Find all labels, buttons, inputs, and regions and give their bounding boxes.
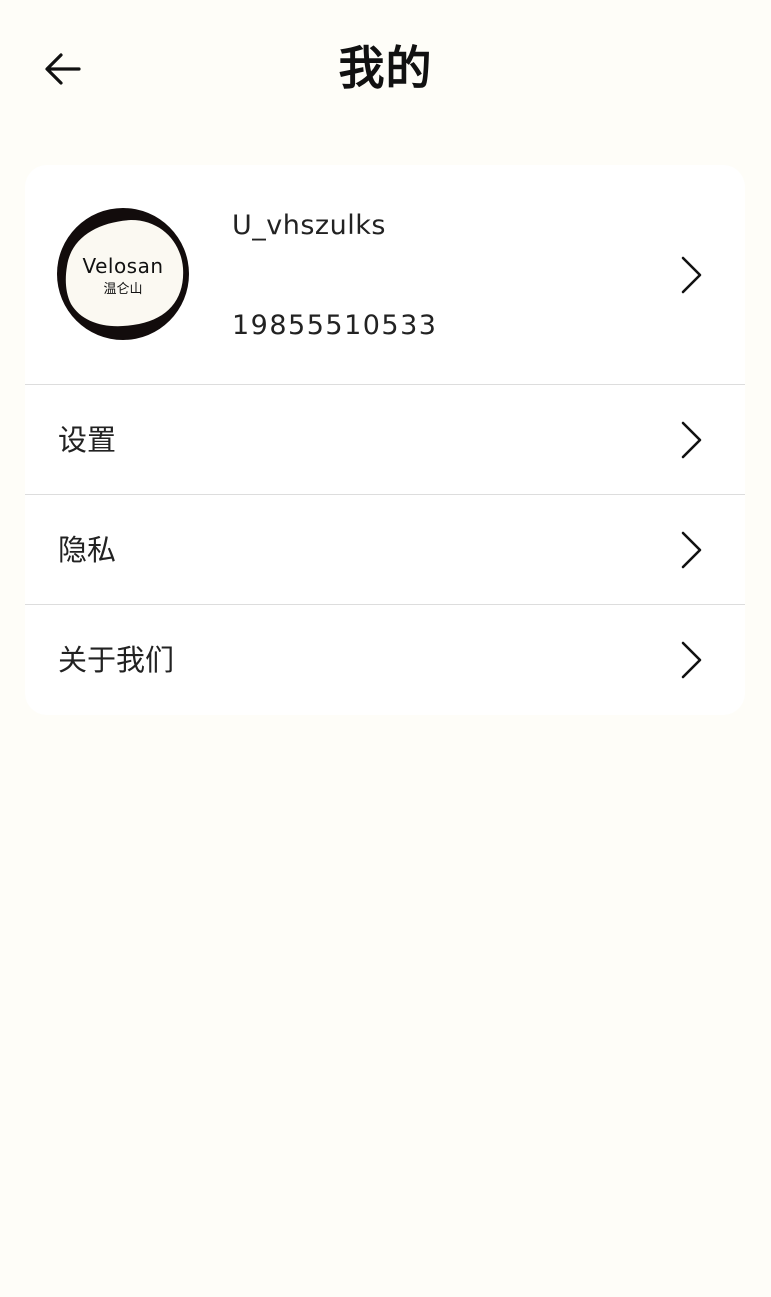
chevron-right-icon <box>681 256 702 294</box>
username: U_vhszulks <box>232 210 386 241</box>
phone-number: 19855510533 <box>232 310 438 341</box>
menu-item-label: 设置 <box>58 423 117 457</box>
chevron-right-icon <box>681 641 702 679</box>
chevron-right-icon <box>681 531 702 569</box>
page-title: 我的 <box>338 41 433 95</box>
avatar: Velosan 温仑山 <box>57 208 189 340</box>
header-bar: 我的 <box>0 0 771 135</box>
avatar-logo-text: Velosan <box>82 254 163 278</box>
menu-item-label: 隐私 <box>58 533 117 567</box>
avatar-logo-subtext: 温仑山 <box>103 282 142 297</box>
menu-item-settings[interactable]: 设置 <box>25 385 745 495</box>
menu-item-about-us[interactable]: 关于我们 <box>25 605 745 714</box>
chevron-right-icon <box>681 421 702 459</box>
menu-item-privacy[interactable]: 隐私 <box>25 495 745 605</box>
profile-row[interactable]: Velosan 温仑山 U_vhszulks 19855510533 <box>25 165 745 385</box>
menu-item-label: 关于我们 <box>58 643 175 677</box>
profile-card: Velosan 温仑山 U_vhszulks 19855510533 设置 隐私… <box>25 165 745 715</box>
